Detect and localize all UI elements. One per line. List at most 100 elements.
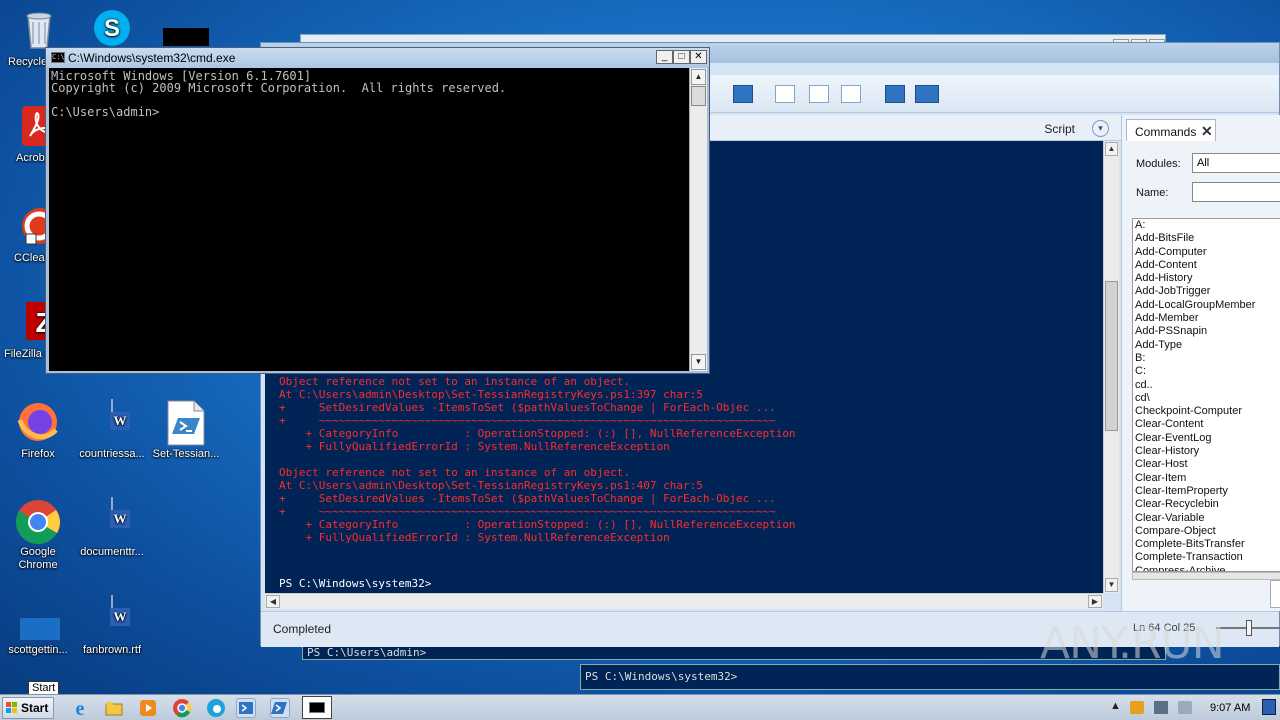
scroll-up-icon[interactable]: ▲	[1105, 142, 1118, 156]
show-command-icon[interactable]	[885, 85, 905, 103]
taskbar: Start e ▲ 9:07 AM	[0, 694, 1280, 720]
desktop-icon-firefox[interactable]: Firefox	[0, 400, 76, 461]
command-item[interactable]: C:	[1133, 365, 1280, 378]
command-item[interactable]: cd..	[1133, 379, 1280, 392]
console-horizontal-scrollbar[interactable]: ◀ ▶	[265, 593, 1103, 609]
cmd-icon	[309, 702, 325, 713]
command-item[interactable]: Clear-Content	[1133, 418, 1280, 431]
command-item[interactable]: Add-Computer	[1133, 246, 1280, 259]
anyrun-watermark: ANY.RUN	[1040, 608, 1240, 669]
scroll-up-icon[interactable]: ▲	[691, 69, 706, 85]
commands-list-scrollbar[interactable]	[1132, 572, 1280, 580]
scroll-down-icon[interactable]: ▼	[691, 354, 706, 370]
command-item[interactable]: Add-JobTrigger	[1133, 285, 1280, 298]
cmd-icon: C:\	[51, 52, 65, 63]
command-item[interactable]: Add-Member	[1133, 312, 1280, 325]
word-document-icon: W	[90, 399, 134, 444]
console-vertical-scrollbar[interactable]: ▲ ▼	[1103, 141, 1119, 593]
console-line: + ~~~~~~~~~~~~~~~~~~~~~~~~~~~~~~~~~~~~~~…	[279, 414, 776, 427]
desktop-icon-fanbrown[interactable]: W fanbrown.rtf	[74, 595, 150, 657]
console-line: + CategoryInfo : OperationStopped: (:) […	[279, 427, 796, 440]
console-prompt[interactable]: PS C:\Windows\system32>	[279, 577, 431, 590]
media-player-icon[interactable]	[138, 698, 158, 718]
command-item[interactable]: Complete-Transaction	[1133, 551, 1280, 564]
cmd-window[interactable]: C:\ C:\Windows\system32\cmd.exe _ □ ✕ Mi…	[45, 47, 710, 374]
command-item[interactable]: Add-BitsFile	[1133, 232, 1280, 245]
maximize-button[interactable]: □	[673, 50, 690, 64]
command-item[interactable]: Add-PSSnapin	[1133, 325, 1280, 338]
command-item[interactable]: A:	[1133, 219, 1280, 232]
command-item[interactable]: Clear-EventLog	[1133, 432, 1280, 445]
command-item[interactable]: Add-Type	[1133, 339, 1280, 352]
desktop-icon-documenttr[interactable]: W documenttr...	[74, 497, 150, 559]
chevron-down-icon[interactable]: ▾	[1092, 120, 1109, 137]
close-icon[interactable]: ✕	[1201, 123, 1213, 140]
clock[interactable]: 9:07 AM	[1210, 702, 1250, 714]
command-item[interactable]: Clear-ItemProperty	[1133, 485, 1280, 498]
network-icon[interactable]	[1154, 701, 1168, 714]
command-item[interactable]: Add-LocalGroupMember	[1133, 299, 1280, 312]
scroll-thumb[interactable]	[691, 86, 706, 106]
chrome-taskbar-icon[interactable]	[172, 698, 192, 718]
desktop-icon-set-tessian[interactable]: Set-Tessian...	[148, 400, 224, 461]
start-button[interactable]: Start	[2, 697, 54, 719]
desktop-icon-countriessa[interactable]: W countriessa...	[74, 399, 150, 461]
show-hidden-icons-icon[interactable]: ▲	[1110, 700, 1121, 712]
command-item[interactable]: cd\	[1133, 392, 1280, 405]
close-button[interactable]: ✕	[690, 50, 707, 64]
edge-icon[interactable]	[206, 698, 226, 718]
scroll-right-icon[interactable]: ▶	[1088, 595, 1102, 608]
script-label[interactable]: Script	[1044, 122, 1075, 136]
minimize-button[interactable]: _	[656, 50, 673, 64]
desktop-icon-chrome[interactable]: Google Chrome	[0, 498, 76, 572]
layout-max-icon[interactable]	[841, 85, 861, 103]
commands-pane: Commands ✕ Modules: All Name: A: Add-Bits…	[1121, 115, 1280, 611]
command-item[interactable]: Clear-History	[1133, 445, 1280, 458]
cmd-taskbar-button[interactable]	[302, 696, 332, 719]
scroll-thumb[interactable]	[1105, 281, 1118, 431]
show-addon-icon[interactable]	[915, 85, 939, 103]
scroll-down-icon[interactable]: ▼	[1105, 578, 1118, 592]
cmd-title: C:\Windows\system32\cmd.exe	[68, 51, 236, 65]
command-item[interactable]: Compare-Object	[1133, 525, 1280, 538]
powershell-ise-icon[interactable]	[236, 698, 256, 718]
name-label: Name:	[1136, 187, 1169, 199]
command-item[interactable]: Clear-Host	[1133, 458, 1280, 471]
zoom-slider-thumb[interactable]	[1246, 620, 1252, 636]
command-item[interactable]: Compress-Archive	[1133, 565, 1280, 571]
scroll-left-icon[interactable]: ◀	[266, 595, 280, 608]
name-input[interactable]	[1192, 182, 1280, 202]
svg-text:S: S	[104, 15, 120, 42]
console-line: + SetDesiredValues -ItemsToSet ($pathVal…	[279, 401, 776, 414]
cmd-console[interactable]: Microsoft Windows [Version 6.1.7601] Cop…	[49, 68, 689, 371]
desktop-icon-scottgettin[interactable]: scottgettin...	[0, 596, 76, 657]
command-item[interactable]: Complete-BitsTransfer	[1133, 538, 1280, 551]
console-line: + FullyQualifiedErrorId : System.NullRef…	[279, 531, 670, 544]
command-item[interactable]: B:	[1133, 352, 1280, 365]
svg-text:e: e	[76, 698, 85, 718]
show-desktop-button[interactable]	[1262, 699, 1276, 715]
commands-list[interactable]: A: Add-BitsFile Add-Computer Add-Content Add…	[1132, 218, 1280, 572]
command-item[interactable]: Checkpoint-Computer	[1133, 405, 1280, 418]
ie-icon[interactable]: e	[70, 698, 90, 720]
modules-select[interactable]: All	[1192, 153, 1280, 173]
explorer-icon[interactable]	[104, 698, 124, 718]
command-item[interactable]: Add-Content	[1133, 259, 1280, 272]
tray-flag-icon[interactable]	[1130, 701, 1144, 714]
layout-right-icon[interactable]	[809, 85, 829, 103]
commands-tab[interactable]: Commands ✕	[1126, 119, 1216, 141]
powershell-icon[interactable]	[270, 698, 290, 718]
cmd-vertical-scrollbar[interactable]: ▲ ▼	[689, 68, 707, 371]
layout-top-icon[interactable]	[775, 85, 795, 103]
run-icon[interactable]	[733, 85, 753, 103]
start-label: Start	[21, 701, 49, 715]
cmd-titlebar[interactable]: C:\ C:\Windows\system32\cmd.exe _ □ ✕	[46, 48, 709, 68]
command-item[interactable]: Clear-Recyclebin	[1133, 498, 1280, 511]
cmd-prompt: C:\Users\admin>	[51, 105, 160, 119]
volume-icon[interactable]	[1178, 701, 1192, 714]
commands-pane-button[interactable]	[1270, 580, 1280, 608]
command-item[interactable]: Add-History	[1133, 272, 1280, 285]
modules-label: Modules:	[1136, 158, 1181, 170]
command-item[interactable]: Clear-Item	[1133, 472, 1280, 485]
command-item[interactable]: Clear-Variable	[1133, 512, 1280, 525]
